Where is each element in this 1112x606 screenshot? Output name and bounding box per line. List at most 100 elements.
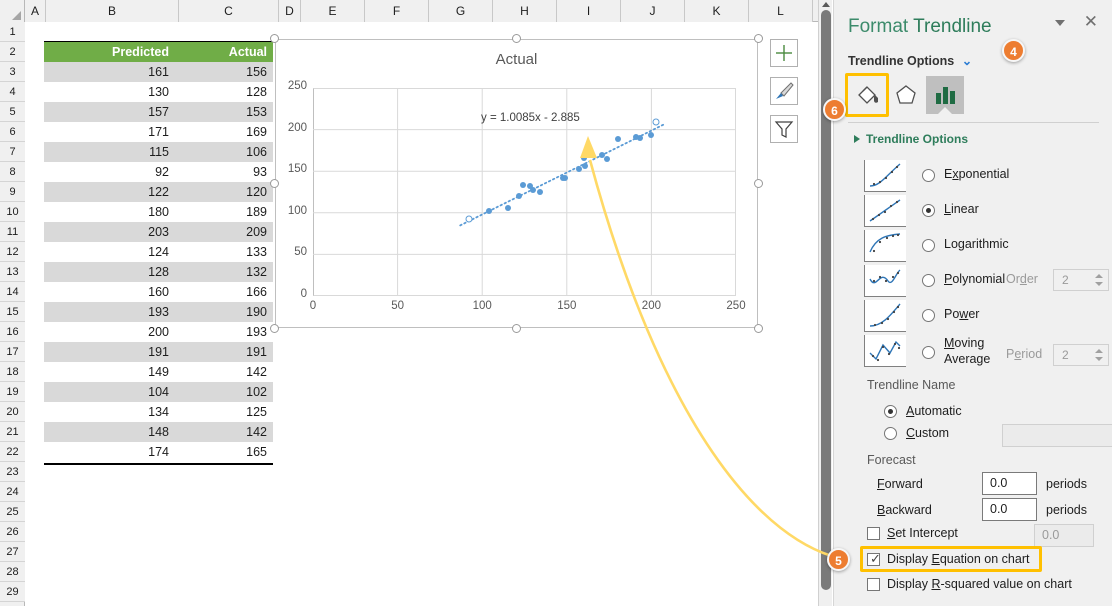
table-cell[interactable]: 130 [44, 82, 175, 102]
column-header-b[interactable]: B [46, 0, 179, 22]
row-header-4[interactable]: 4 [0, 82, 25, 102]
column-header-f[interactable]: F [365, 0, 429, 22]
vertical-scrollbar[interactable] [818, 0, 832, 606]
radio-automatic[interactable] [884, 405, 897, 418]
table-cell[interactable]: 133 [175, 242, 273, 262]
row-header-12[interactable]: 12 [0, 242, 25, 262]
trendline-options-tab[interactable] [926, 76, 964, 115]
scatter-point[interactable] [485, 208, 492, 215]
scatter-point[interactable] [526, 183, 533, 190]
chart-handle-bottom-right[interactable] [754, 324, 763, 333]
trendline-type-row-polynomial[interactable]: Polynomial Order 2 [834, 265, 1112, 300]
column-header-e[interactable]: E [301, 0, 365, 22]
table-cell[interactable]: 193 [44, 302, 175, 322]
row-header-24[interactable]: 24 [0, 482, 25, 502]
row-header-3[interactable]: 3 [0, 62, 25, 82]
scatter-point[interactable] [614, 135, 621, 142]
table-cell[interactable]: 115 [44, 142, 175, 162]
row-header-11[interactable]: 11 [0, 222, 25, 242]
table-cell[interactable]: 102 [175, 382, 273, 402]
chart-styles-button[interactable] [770, 77, 798, 105]
table-cell[interactable]: 171 [44, 122, 175, 142]
trendline-type-row-moving-average[interactable]: Moving Average Period 2 [834, 335, 1112, 370]
table-cell[interactable]: 209 [175, 222, 273, 242]
row-header-16[interactable]: 16 [0, 322, 25, 342]
select-all-corner[interactable] [0, 0, 25, 22]
column-header-a[interactable]: A [25, 0, 46, 22]
row-header-14[interactable]: 14 [0, 282, 25, 302]
chart-handle-bottom-center[interactable] [512, 324, 521, 333]
row-header-21[interactable]: 21 [0, 422, 25, 442]
row-header-10[interactable]: 10 [0, 202, 25, 222]
display-rsquared-checkbox[interactable] [867, 578, 880, 591]
table-cell[interactable]: 134 [44, 402, 175, 422]
column-header-d[interactable]: D [279, 0, 301, 22]
table-cell[interactable]: 128 [175, 82, 273, 102]
column-header-h[interactable]: H [493, 0, 557, 22]
chart-object[interactable]: Actual y = 1.0085x - 2.885 0 50 100 150 200 2… [270, 34, 763, 333]
chart-filters-button[interactable] [770, 115, 798, 143]
row-header-19[interactable]: 19 [0, 382, 25, 402]
row-header-13[interactable]: 13 [0, 262, 25, 282]
table-cell[interactable]: 148 [44, 422, 175, 442]
table-cell[interactable]: 193 [175, 322, 273, 342]
column-header-j[interactable]: J [621, 0, 685, 22]
table-cell[interactable]: 169 [175, 122, 273, 142]
table-cell[interactable]: 174 [44, 442, 175, 462]
scatter-point[interactable] [519, 182, 526, 189]
period-stepper[interactable]: 2 [1053, 344, 1109, 366]
custom-name-input[interactable] [1002, 424, 1112, 447]
scatter-point[interactable] [633, 134, 640, 141]
table-cell[interactable]: 106 [175, 142, 273, 162]
chevron-down-icon[interactable] [1055, 20, 1065, 26]
radio-polynomial[interactable] [922, 274, 935, 287]
row-header-7[interactable]: 7 [0, 142, 25, 162]
order-stepper[interactable]: 2 [1053, 269, 1109, 291]
table-cell[interactable]: 189 [175, 202, 273, 222]
scatter-point[interactable] [575, 165, 582, 172]
scrollbar-thumb[interactable] [821, 10, 831, 590]
scatter-point[interactable] [516, 193, 523, 200]
table-cell[interactable]: 124 [44, 242, 175, 262]
scatter-point[interactable] [504, 204, 511, 211]
radio-logarithmic[interactable] [922, 239, 935, 252]
column-header-c[interactable]: C [179, 0, 279, 22]
row-header-9[interactable]: 9 [0, 182, 25, 202]
table-header-actual[interactable]: Actual [175, 42, 273, 62]
radio-linear[interactable] [922, 204, 935, 217]
radio-exponential[interactable] [922, 169, 935, 182]
table-cell[interactable]: 122 [44, 182, 175, 202]
row-header-29[interactable]: 29 [0, 582, 25, 602]
table-cell[interactable]: 142 [175, 422, 273, 442]
table-cell[interactable]: 180 [44, 202, 175, 222]
column-header-k[interactable]: K [685, 0, 749, 22]
scatter-point[interactable] [465, 215, 473, 223]
table-cell[interactable]: 165 [175, 442, 273, 462]
table-cell[interactable]: 92 [44, 162, 175, 182]
table-cell[interactable]: 153 [175, 102, 273, 122]
row-header-17[interactable]: 17 [0, 342, 25, 362]
row-header-23[interactable]: 23 [0, 462, 25, 482]
scatter-point[interactable] [604, 155, 611, 162]
trendline-equation-label[interactable]: y = 1.0085x - 2.885 [481, 112, 580, 124]
scroll-up-arrow-icon[interactable] [822, 2, 830, 7]
stepper-up-icon[interactable] [1095, 274, 1103, 278]
row-header-8[interactable]: 8 [0, 162, 25, 182]
set-intercept-checkbox[interactable] [867, 527, 880, 540]
chart-handle-middle-right[interactable] [754, 179, 763, 188]
table-cell[interactable]: 191 [44, 342, 175, 362]
scatter-point[interactable] [560, 174, 567, 181]
row-header-27[interactable]: 27 [0, 542, 25, 562]
set-intercept-input[interactable]: 0.0 [1034, 524, 1094, 547]
forward-input[interactable]: 0.0 [982, 472, 1037, 495]
chart-elements-button[interactable] [770, 39, 798, 67]
column-header-l[interactable]: L [749, 0, 813, 22]
scatter-point[interactable] [648, 132, 655, 139]
table-cell[interactable]: 132 [175, 262, 273, 282]
scatter-point[interactable] [582, 163, 589, 170]
scatter-point[interactable] [652, 118, 660, 126]
row-header-5[interactable]: 5 [0, 102, 25, 122]
chart-handle-bottom-left[interactable] [270, 324, 279, 333]
table-cell[interactable]: 166 [175, 282, 273, 302]
table-cell[interactable]: 200 [44, 322, 175, 342]
